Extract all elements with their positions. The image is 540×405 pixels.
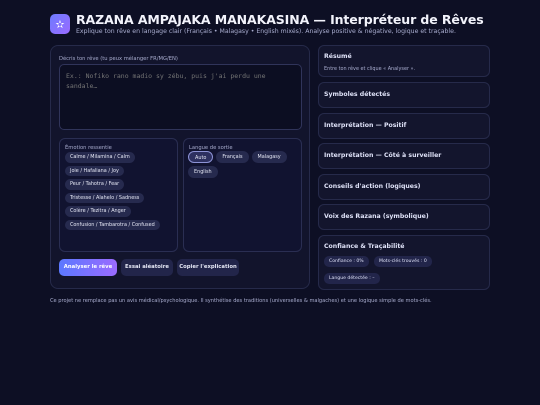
advice-card[interactable]: Conseils d'action (logiques) [318, 174, 490, 200]
symbols-title: Symboles détectés [324, 91, 391, 98]
language-chip-auto[interactable]: Auto [188, 151, 214, 163]
emotion-chip-fear[interactable]: Peur / Tahotra / Fear [65, 179, 125, 190]
dream-input-label: Décris ton rêve (tu peux mélanger FR/MG/… [59, 56, 178, 62]
language-panel: Langue de sortie Auto Français Malagasy … [183, 138, 302, 252]
summary-title: Résumé [324, 53, 352, 60]
analyze-button[interactable]: Analyser le rêve [59, 259, 117, 276]
language-chip-malagasy[interactable]: Malagasy [251, 151, 287, 163]
negative-card[interactable]: Interprétation — Côté à surveiller [318, 143, 490, 169]
star-logo-icon: ✫ [50, 14, 70, 34]
emotion-chip-sadness[interactable]: Tristesse / Alahelo / Sadness [65, 192, 145, 203]
emotion-chip-anger[interactable]: Colère / Tezitra / Anger [65, 206, 131, 217]
emotion-chip-confusion[interactable]: Confusion / Tambarotra / Confused [65, 219, 160, 230]
positive-card[interactable]: Interprétation — Positif [318, 113, 490, 139]
emotion-chip-joy[interactable]: Joie / Hafaliana / Joy [65, 165, 124, 176]
negative-title: Interprétation — Côté à surveiller [324, 152, 442, 159]
language-chip-francais[interactable]: Français [216, 151, 249, 163]
language-detected-stat: Langue détectée : – [324, 273, 380, 284]
emotion-chip-calm[interactable]: Calme / Milamina / Calm [65, 152, 135, 163]
advice-title: Conseils d'action (logiques) [324, 183, 421, 190]
razana-title: Voix des Razana (symbolique) [324, 213, 429, 220]
random-example-button[interactable]: Essai aléatoire [121, 259, 173, 276]
summary-text: Entre ton rêve et clique « Analyser ». [324, 66, 416, 72]
emotion-panel: Émotion ressentie Calme / Milamina / Cal… [59, 138, 178, 252]
dream-textarea[interactable] [59, 64, 302, 130]
trace-title: Confiance & Traçabilité [324, 243, 405, 250]
disclaimer-footer: Ce projet ne remplace pas un avis médica… [50, 298, 432, 304]
page-title: RAZANA AMPAJAKA MANAKASINA — Interpréteu… [76, 12, 484, 27]
dream-form-card: Décris ton rêve (tu peux mélanger FR/MG/… [50, 45, 310, 289]
app-header: ✫ RAZANA AMPAJAKA MANAKASINA — Interprét… [50, 12, 500, 39]
summary-card: Résumé Entre ton rêve et clique « Analys… [318, 45, 490, 77]
confidence-stat: Confiance : 0% [324, 256, 369, 267]
keywords-stat: Mots-clés trouvés : 0 [374, 256, 432, 267]
copy-explanation-button[interactable]: Copier l'explication [177, 259, 239, 276]
emotion-label: Émotion ressentie [65, 145, 112, 151]
trace-card: Confiance & Traçabilité Confiance : 0% M… [318, 235, 490, 290]
language-chip-english[interactable]: English [188, 166, 218, 178]
symbols-card[interactable]: Symboles détectés [318, 82, 490, 108]
page-subtitle: Explique ton rêve en langage clair (Fran… [76, 28, 456, 35]
positive-title: Interprétation — Positif [324, 122, 407, 129]
razana-card[interactable]: Voix des Razana (symbolique) [318, 204, 490, 230]
